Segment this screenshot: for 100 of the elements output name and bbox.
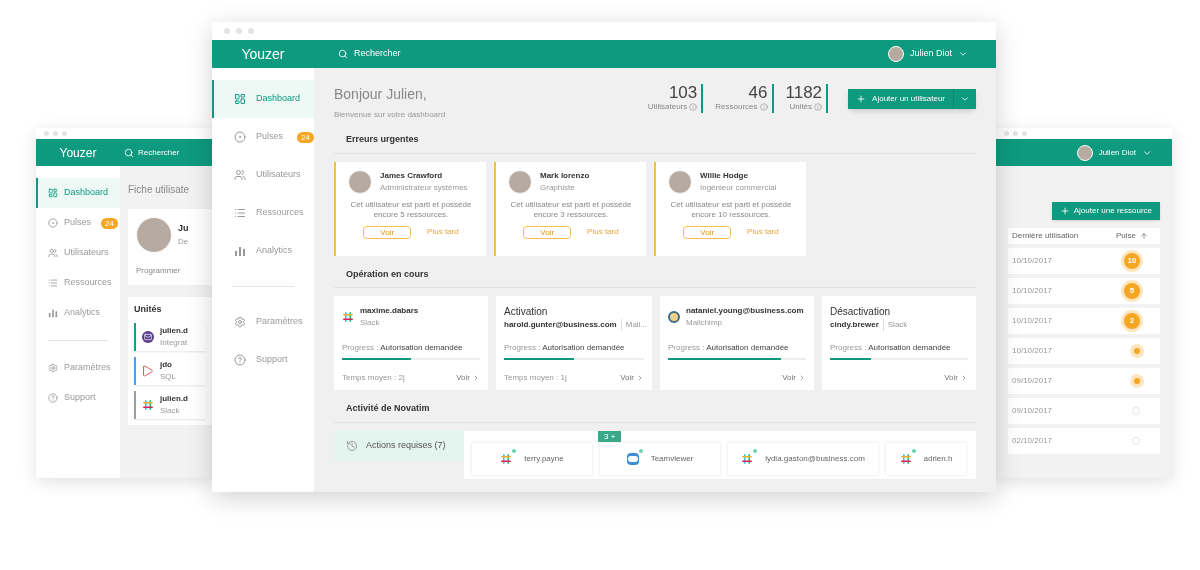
- account-name: lydia.gaston@business.com: [765, 452, 865, 465]
- section-title: Erreurs urgentes: [334, 133, 976, 154]
- view-link[interactable]: Voir: [782, 372, 806, 384]
- account-name: maxime.dabars: [360, 305, 419, 317]
- account-name: nataniel.young@business.com: [686, 305, 804, 317]
- unit-row[interactable]: julien.d Slack: [134, 390, 206, 419]
- table-row[interactable]: 02/10/2017: [1008, 428, 1160, 454]
- activity-tab[interactable]: Actions requises (7): [334, 430, 464, 461]
- sidebar-item[interactable]: Pulses 24: [36, 208, 120, 238]
- account-name: Teamviewer: [650, 452, 694, 465]
- stat-value: 103: [668, 84, 698, 101]
- account-name: cindy.brewer: [830, 319, 879, 331]
- sidebar-item[interactable]: Ressources: [36, 268, 120, 298]
- sidebar-item[interactable]: Pulses 24: [212, 118, 314, 156]
- average-time: Temps moyen : 1j: [504, 372, 567, 384]
- avatar: [348, 169, 372, 194]
- sidebar-item[interactable]: Analytics: [212, 232, 314, 270]
- chevron-right-icon: [798, 374, 806, 382]
- table-row[interactable]: 10/10/2017 2: [1008, 308, 1160, 334]
- sidebar-item[interactable]: Support: [212, 341, 314, 379]
- logo: Youzer: [240, 44, 286, 64]
- view-link[interactable]: Voir: [456, 372, 480, 384]
- view-link[interactable]: Voir: [620, 372, 644, 384]
- avatar: [136, 217, 172, 253]
- profile-name: Ju: [178, 222, 189, 236]
- activity-card[interactable]: terry.payne: [472, 442, 592, 475]
- info-icon: [689, 103, 698, 111]
- table-row[interactable]: 10/10/2017: [1008, 338, 1160, 364]
- sidebar-item[interactable]: Utilisateurs: [36, 238, 120, 268]
- info-icon: [814, 103, 823, 111]
- help-icon: [48, 393, 58, 403]
- sidebar-item[interactable]: Paramètres: [36, 353, 120, 383]
- profile-role: De: [178, 235, 189, 248]
- users-icon: [234, 169, 246, 181]
- info-icon: [759, 103, 768, 111]
- sidebar-item[interactable]: Dashboard: [36, 178, 120, 208]
- sidebar-item[interactable]: Dashboard: [212, 80, 314, 118]
- unit-name: julien.d: [160, 324, 188, 337]
- table-row[interactable]: 09/10/2017: [1008, 398, 1160, 424]
- table-row[interactable]: 10/10/2017 5: [1008, 278, 1160, 304]
- progress-status: Progress : Autorisation demandée: [668, 342, 790, 354]
- app-name: Mailchimp: [686, 317, 723, 329]
- alert-message: Cet utilisateur est parti et possède encore 10 ressources.: [669, 199, 793, 220]
- settings-icon: [48, 363, 58, 373]
- activity-card[interactable]: Teamviewer: [600, 442, 720, 475]
- date-cell: 09/10/2017: [1012, 405, 1053, 417]
- person-name: James Crawford: [380, 169, 444, 182]
- pulse-badge: 10: [1124, 253, 1140, 269]
- view-button[interactable]: Voir: [363, 225, 412, 239]
- plus-icon: [856, 93, 867, 104]
- sidebar-item[interactable]: Utilisateurs: [212, 156, 314, 194]
- activity-card[interactable]: adrien.h: [886, 442, 966, 475]
- table-row[interactable]: 10/10/2017 10: [1008, 248, 1160, 274]
- view-button[interactable]: Voir: [683, 225, 732, 239]
- chevron-right-icon: [960, 374, 968, 382]
- schedule-link[interactable]: Programmer: [136, 265, 204, 277]
- app-logo-icon: [626, 452, 639, 465]
- activity-card[interactable]: lydia.gaston@business.com: [728, 442, 878, 475]
- hash-logo-icon: [142, 398, 154, 411]
- alert-message: Cet utilisateur est parti et possède encore 3 ressources.: [509, 199, 633, 220]
- sidebar-item[interactable]: Support: [36, 383, 120, 413]
- date-cell: 02/10/2017: [1012, 435, 1053, 447]
- user-name: Julien Diot: [1098, 146, 1136, 159]
- hash-logo-icon: [741, 452, 754, 465]
- date-cell: 10/10/2017: [1012, 315, 1053, 327]
- later-link[interactable]: Plus tard: [747, 226, 779, 238]
- account-name: harold.gunter@business.com: [504, 319, 617, 331]
- sort-arrow-icon: [1140, 232, 1148, 240]
- unit-row[interactable]: julien.d Integrat: [134, 322, 206, 351]
- date-cell: 09/10/2017: [1012, 375, 1053, 387]
- sidebar-item[interactable]: Paramètres: [212, 303, 314, 341]
- unit-row[interactable]: jdo SQL: [134, 356, 206, 385]
- column-header[interactable]: Pulse: [1116, 230, 1156, 242]
- unit-name: julien.d: [160, 392, 188, 405]
- avatar: [887, 46, 904, 62]
- later-link[interactable]: Plus tard: [587, 226, 619, 238]
- later-link[interactable]: Plus tard: [427, 226, 459, 238]
- table-row[interactable]: 09/10/2017: [1008, 368, 1160, 394]
- section-title: Activité de Novatim: [334, 402, 976, 423]
- avatar: [508, 169, 532, 194]
- chevron-right-icon: [636, 374, 644, 382]
- avatar: [668, 169, 692, 194]
- person-name: Willie Hodge: [700, 169, 749, 182]
- triangle-logo-icon: [142, 364, 154, 377]
- column-header[interactable]: Dernière utilisation: [1012, 230, 1079, 242]
- search-field[interactable]: Rechercher: [120, 146, 180, 159]
- pulse-badge: 5: [1124, 283, 1140, 299]
- account-name: adrien.h: [923, 452, 953, 465]
- target-icon: [48, 218, 58, 228]
- bar-chart-icon: [234, 245, 246, 257]
- sidebar-item[interactable]: Analytics: [36, 298, 120, 328]
- sidebar-item[interactable]: Ressources: [212, 194, 314, 232]
- app-name: Slack: [360, 317, 381, 329]
- person-role: Ingénieur commercial: [700, 181, 777, 194]
- view-button[interactable]: Voir: [523, 225, 572, 239]
- search-field[interactable]: Rechercher: [314, 47, 401, 61]
- date-cell: 10/10/2017: [1012, 345, 1053, 357]
- view-link[interactable]: Voir: [944, 372, 968, 384]
- person-role: Administrateur systèmes: [380, 181, 468, 194]
- add-resource-button[interactable]: Ajouter une ressource: [1051, 202, 1160, 220]
